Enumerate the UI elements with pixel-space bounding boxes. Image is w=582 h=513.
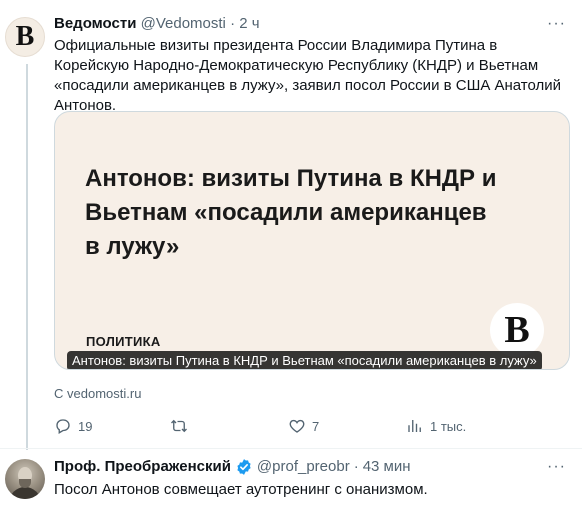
tweet-text: Официальные визиты президента России Вла… xyxy=(54,37,562,114)
author-handle[interactable]: @prof_preobr xyxy=(257,457,350,477)
separator-dot: · xyxy=(353,458,359,475)
tweet-actions: 19 7 1 тыс. xyxy=(54,414,570,438)
avatar-logo-letter: B xyxy=(15,21,35,52)
avatar[interactable]: B xyxy=(5,17,45,57)
card-rubric: ПОЛИТИКА xyxy=(86,334,161,349)
link-card[interactable]: Антонов: визиты Путина в КНДР и Вьетнам … xyxy=(54,111,570,370)
card-logo-letter: B xyxy=(504,309,530,351)
card-headline: Антонов: визиты Путина в КНДР и Вьетнам … xyxy=(85,165,497,260)
retweet-button[interactable] xyxy=(170,414,194,438)
reply-count: 19 xyxy=(78,418,93,434)
more-options-icon[interactable]: ··· xyxy=(547,457,566,477)
tweet-time[interactable]: 2 ч xyxy=(239,15,259,32)
heart-icon xyxy=(289,419,305,433)
author-name[interactable]: Проф. Преображенский xyxy=(54,457,231,477)
retweet-icon xyxy=(171,419,187,433)
card-source[interactable]: С vedomosti.ru xyxy=(54,386,141,401)
author-name[interactable]: Ведомости xyxy=(54,15,136,32)
tweet-time[interactable]: 43 мин xyxy=(363,457,411,477)
avatar[interactable] xyxy=(5,459,45,499)
avatar-coat xyxy=(9,487,41,499)
tweet-reply[interactable]: Проф. Преображенский @prof_preobr · 43 м… xyxy=(0,448,582,513)
author-handle[interactable]: @Vedomosti xyxy=(141,15,226,32)
separator-dot: · xyxy=(230,15,236,32)
like-button[interactable]: 7 xyxy=(288,414,319,438)
tweet-header: Проф. Преображенский @prof_preobr · 43 м… xyxy=(54,457,411,477)
card-caption: Антонов: визиты Путина в КНДР и Вьетнам … xyxy=(67,351,542,369)
more-options-icon[interactable]: ··· xyxy=(547,14,566,34)
views-icon xyxy=(408,420,421,432)
thread-line xyxy=(26,64,28,450)
tweet-text: Посол Антонов совмещает аутотренинг с он… xyxy=(54,481,428,498)
reply-icon xyxy=(56,419,70,434)
reply-button[interactable]: 19 xyxy=(54,414,92,438)
verified-badge-icon[interactable] xyxy=(235,458,253,476)
views-count: 1 тыс. xyxy=(430,418,467,434)
tweet-header: Ведомости @Vedomosti · 2 ч xyxy=(54,14,260,34)
tweet-vedomosti[interactable]: B Ведомости @Vedomosti · 2 ч ··· Официал… xyxy=(0,0,582,450)
card-logo: B xyxy=(490,303,544,357)
like-count: 7 xyxy=(312,418,320,434)
views-button[interactable]: 1 тыс. xyxy=(406,414,466,438)
